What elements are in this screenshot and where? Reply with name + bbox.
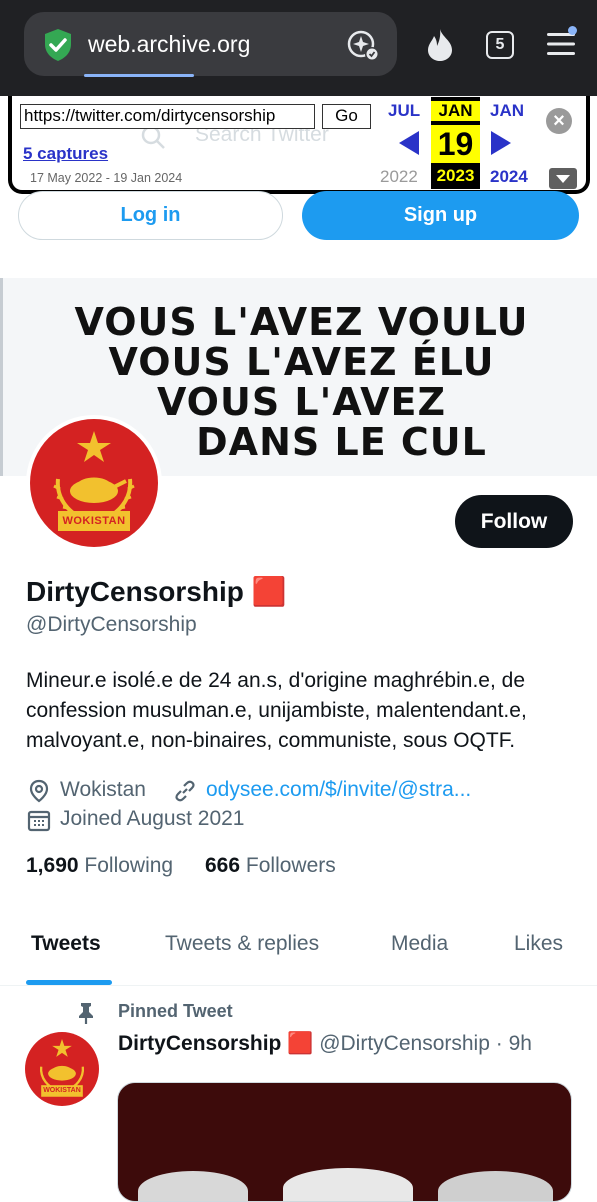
wayback-next-month[interactable]: JAN xyxy=(490,101,524,121)
tweet-author-name: DirtyCensorship 🟥 xyxy=(118,1032,314,1055)
banner-line: VOUS L'AVEZ VOULU xyxy=(74,300,529,344)
tweet-author-handle: @DirtyCensorship xyxy=(319,1032,490,1055)
tab-tweets-replies[interactable]: Tweets & replies xyxy=(165,932,319,956)
tweet-author-line[interactable]: DirtyCensorship 🟥 @DirtyCensorship · 9h xyxy=(118,1032,532,1056)
wayback-go-button[interactable]: Go xyxy=(322,104,371,129)
page-load-progress xyxy=(84,74,194,77)
display-name: DirtyCensorship 🟥 xyxy=(26,576,287,607)
following-label: Following xyxy=(84,854,174,877)
wayback-date-range: 17 May 2022 - 19 Jan 2024 xyxy=(30,171,183,185)
wayback-next-year[interactable]: 2024 xyxy=(490,167,528,187)
tweet-time: · 9h xyxy=(495,1032,532,1055)
wayback-prev-year[interactable]: 2022 xyxy=(380,167,418,187)
login-button[interactable]: Log in xyxy=(18,191,283,240)
bio: Mineur.e isolé.e de 24 an.s, d'origine m… xyxy=(26,669,527,752)
wayback-close-icon[interactable]: × xyxy=(546,108,572,134)
follow-button[interactable]: Follow xyxy=(455,495,573,548)
media-photo-portrait xyxy=(283,1168,413,1201)
media-photo-portrait xyxy=(438,1171,553,1201)
followers-label: Followers xyxy=(245,854,336,877)
profile-website-link[interactable]: odysee.com/$/invite/@stra... xyxy=(206,778,471,802)
wayback-current-month: JAN xyxy=(431,101,480,121)
banner-line: VOUS L'AVEZ ÉLU xyxy=(108,340,495,384)
calendar-icon xyxy=(27,810,51,832)
user-handle: @DirtyCensorship xyxy=(26,613,197,636)
wayback-next-arrow-icon[interactable] xyxy=(490,130,512,156)
wayback-prev-month[interactable]: JUL xyxy=(388,101,420,121)
wayback-captures-link[interactable]: 5 captures xyxy=(23,144,108,164)
tab-likes[interactable]: Likes xyxy=(514,932,563,956)
address-bar[interactable]: web.archive.org xyxy=(24,12,397,77)
tab-switcher-button[interactable]: 5 xyxy=(486,31,514,59)
wayback-url-input[interactable]: https://twitter.com/dirtycensorship xyxy=(20,104,315,129)
wayback-dropdown-icon[interactable] xyxy=(549,168,577,189)
browser-toolbar: web.archive.org 5 xyxy=(0,0,597,96)
followers-count-link[interactable]: 666 Followers xyxy=(205,854,336,878)
media-photo-portrait xyxy=(138,1171,248,1201)
ai-sparkle-icon[interactable] xyxy=(346,28,380,62)
tweet-media[interactable] xyxy=(117,1082,572,1202)
avatar-caption: WOKISTAN xyxy=(62,515,126,527)
joined-date: Joined August 2021 xyxy=(60,807,245,830)
tab-divider xyxy=(0,985,597,986)
tweet-author-avatar[interactable]: WOKISTAN xyxy=(25,1032,99,1106)
wayback-prev-arrow-icon[interactable] xyxy=(398,130,420,156)
wayback-current-year: 2023 xyxy=(436,166,475,185)
link-icon xyxy=(175,780,195,802)
following-count: 1,690 xyxy=(26,854,79,877)
profile-location: Wokistan xyxy=(60,778,146,801)
avatar[interactable]: WOKISTAN xyxy=(30,419,158,547)
secure-shield-icon xyxy=(45,29,71,61)
pinned-tweet-label: Pinned Tweet xyxy=(118,1001,233,1021)
pin-icon xyxy=(79,1003,93,1024)
tab-media[interactable]: Media xyxy=(391,932,448,956)
wayback-current-day: 19 xyxy=(431,125,480,163)
flame-icon[interactable] xyxy=(424,27,456,63)
avatar-caption: WOKISTAN xyxy=(43,1087,81,1094)
url-text[interactable]: web.archive.org xyxy=(88,31,250,58)
notification-dot xyxy=(568,26,577,35)
tab-tweets[interactable]: Tweets xyxy=(31,932,101,956)
followers-count: 666 xyxy=(205,854,241,877)
following-count-link[interactable]: 1,690 Following xyxy=(26,854,173,878)
location-icon xyxy=(29,779,49,803)
signup-button[interactable]: Sign up xyxy=(302,191,579,240)
